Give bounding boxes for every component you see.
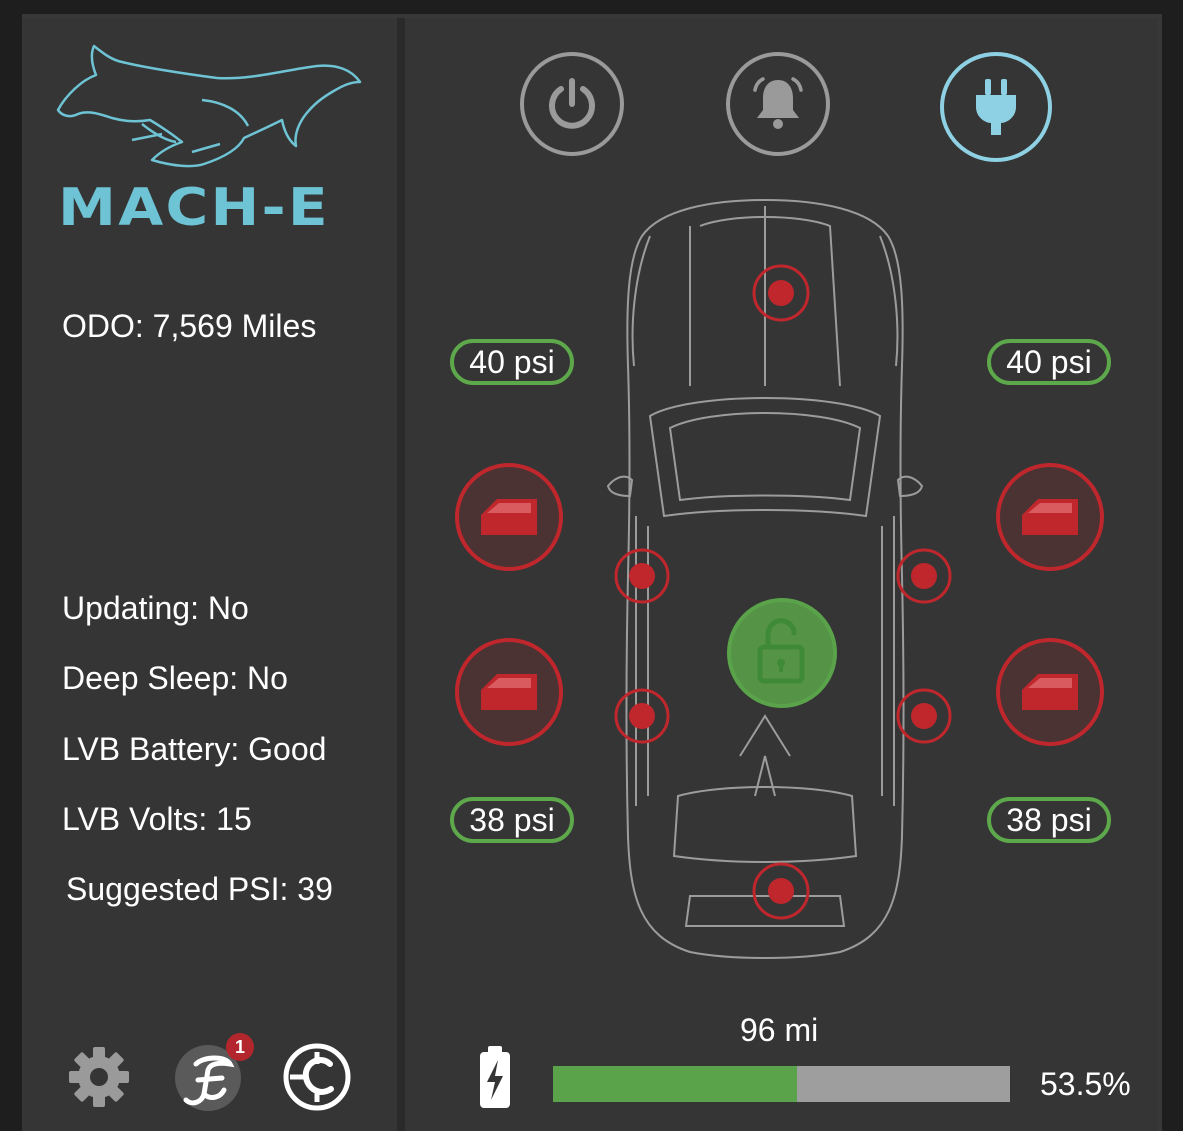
window-rear-right-indicator: [896, 688, 952, 744]
tire-front-left-pressure: 40 psi: [450, 339, 574, 385]
charge-percent: 53.5%: [1040, 1066, 1131, 1102]
door-rear-right-status: [996, 638, 1104, 746]
car-door-icon: [1022, 674, 1078, 710]
updating-status: Updating: No: [62, 590, 249, 626]
charge-level-bar: [553, 1066, 1010, 1102]
sidebar-divider: [397, 18, 405, 1131]
charge-level-fill: [553, 1066, 798, 1102]
unlocked-padlock-icon[interactable]: [726, 597, 838, 709]
car-door-icon: [1022, 499, 1078, 535]
window-front-left-indicator: [614, 548, 670, 604]
hood-status-indicator: [752, 264, 810, 322]
bell-icon: [753, 77, 803, 129]
car-door-icon: [481, 674, 537, 710]
battery-bolt-icon: [480, 1046, 510, 1108]
odometer-text: ODO: 7,569 Miles: [62, 308, 317, 344]
deep-sleep-status: Deep Sleep: No: [62, 660, 288, 696]
range-remaining: 96 mi: [740, 1012, 819, 1048]
tire-rear-right-pressure: 38 psi: [987, 797, 1111, 843]
suggested-psi-status: Suggested PSI: 39: [66, 871, 333, 907]
car-door-icon: [481, 499, 537, 535]
door-front-right-status: [996, 463, 1104, 571]
charge-button[interactable]: [940, 52, 1052, 162]
plug-icon: [976, 79, 1016, 135]
window-front-right-indicator: [896, 548, 952, 604]
lvb-battery-status: LVB Battery: Good: [62, 731, 327, 767]
window-rear-left-indicator: [614, 688, 670, 744]
trunk-status-indicator: [752, 862, 810, 920]
lvb-volts-status: LVB Volts: 15: [62, 801, 252, 837]
charging-connector-icon[interactable]: [282, 1042, 352, 1112]
brand-logo-text: MACH-E: [58, 178, 330, 238]
power-button[interactable]: [520, 52, 624, 156]
notification-badge: 1: [226, 1033, 254, 1061]
door-rear-left-status: [455, 638, 563, 746]
door-front-left-status: [455, 463, 563, 571]
gear-icon[interactable]: [68, 1046, 130, 1108]
tire-rear-left-pressure: 38 psi: [450, 797, 574, 843]
tire-front-right-pressure: 40 psi: [987, 339, 1111, 385]
mustang-pony-icon: [56, 44, 362, 168]
alarm-button[interactable]: [726, 52, 830, 156]
power-icon: [549, 78, 595, 129]
